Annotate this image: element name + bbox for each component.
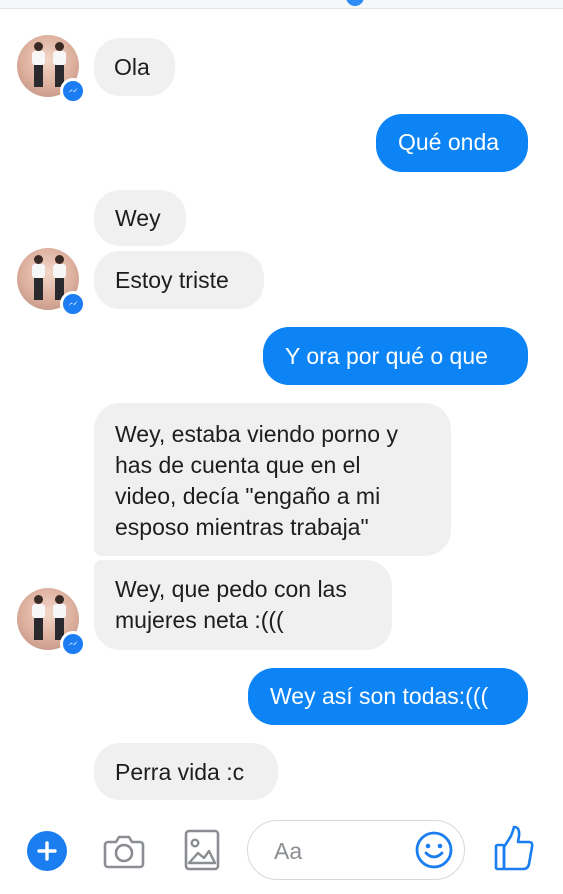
message-line: Wey, que pedo con las [115, 576, 347, 602]
message-line: Wey, estaba viendo porno y [115, 421, 398, 447]
message-bubble-outgoing[interactable]: Qué onda [376, 114, 528, 172]
message-bubble-incoming[interactable]: Wey, que pedo con las mujeres neta :((( [94, 560, 392, 650]
top-bar [0, 0, 563, 9]
message-bubble-incoming[interactable]: Estoy triste [94, 251, 264, 309]
message-bubble-incoming[interactable]: Perra vida :c [94, 743, 278, 800]
message-line: video, decía "engaño a mi [115, 483, 381, 509]
composer-bar [0, 808, 563, 894]
camera-icon[interactable] [102, 831, 146, 871]
message-input[interactable] [272, 835, 396, 867]
message-line: has de cuenta que en el [115, 452, 361, 478]
messenger-icon [60, 291, 86, 317]
message-bubble-incoming[interactable]: Ola [94, 38, 175, 96]
emoji-icon[interactable] [414, 830, 454, 870]
message-bubble-outgoing[interactable]: Wey así son todas:((( [248, 668, 528, 725]
gallery-icon[interactable] [184, 829, 220, 871]
message-bubble-outgoing[interactable]: Y ora por qué o que [263, 327, 528, 385]
plus-icon[interactable] [27, 831, 67, 871]
message-line: esposo mientras trabaja" [115, 514, 369, 540]
message-line: mujeres neta :((( [115, 607, 284, 633]
message-composer[interactable] [247, 820, 465, 880]
thumbs-up-icon[interactable] [493, 824, 535, 872]
message-bubble-incoming[interactable]: Wey [94, 190, 186, 246]
messenger-icon [60, 78, 86, 104]
messenger-icon [60, 631, 86, 657]
message-bubble-incoming[interactable]: Wey, estaba viendo porno y has de cuenta… [94, 403, 451, 556]
scroll-indicator [346, 0, 364, 6]
